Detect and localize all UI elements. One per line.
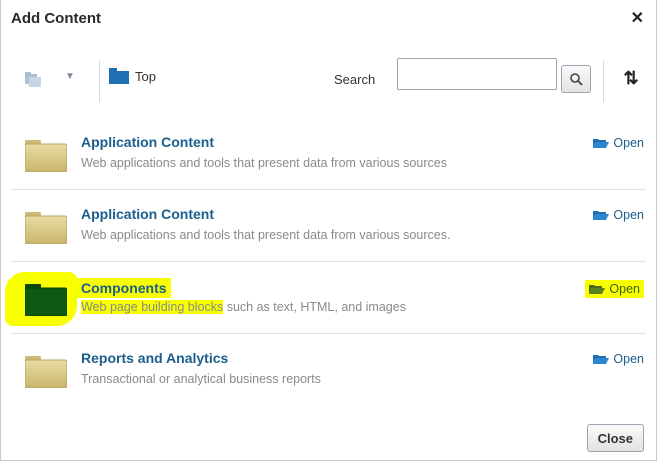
chevron-down-icon[interactable]: ▼ <box>65 71 75 82</box>
back-folders-icon[interactable] <box>23 68 45 90</box>
open-link[interactable]: Open <box>593 136 644 150</box>
item-description: Transactional or analytical business rep… <box>81 372 321 386</box>
highlighted-text: Web page building blocks <box>81 300 224 314</box>
open-label: Open <box>609 282 640 296</box>
close-icon[interactable]: ✕ <box>631 8 644 28</box>
search-input[interactable] <box>397 58 557 90</box>
item-title[interactable]: Application Content <box>81 206 214 222</box>
top-folder-link[interactable]: Top <box>109 68 156 84</box>
open-label: Open <box>613 352 644 366</box>
item-description: Web page building blocks such as text, H… <box>81 300 406 314</box>
item-description: Web applications and tools that present … <box>81 228 451 242</box>
list-item: Reports and Analytics Transactional or a… <box>11 334 646 406</box>
list-item: Components Web page building blocks such… <box>5 262 646 334</box>
folder-icon <box>25 356 67 388</box>
open-folder-icon <box>589 285 606 294</box>
open-link[interactable]: Open <box>585 280 644 298</box>
content-list: Application Content Web applications and… <box>1 118 656 406</box>
folder-icon <box>25 140 67 172</box>
open-link[interactable]: Open <box>593 208 644 222</box>
list-item: Application Content Web applications and… <box>11 190 646 262</box>
folder-icon <box>109 68 129 84</box>
folder-icon <box>25 284 67 316</box>
open-label: Open <box>613 136 644 150</box>
add-content-dialog: Add Content ✕ ▼ Top Search ⇅ Application… <box>0 0 657 461</box>
open-folder-icon <box>593 211 610 220</box>
list-item: Application Content Web applications and… <box>11 118 646 190</box>
close-button[interactable]: Close <box>586 424 644 452</box>
search-label: Search <box>334 72 376 87</box>
item-description: Web applications and tools that present … <box>81 156 447 170</box>
open-label: Open <box>613 208 644 222</box>
open-link[interactable]: Open <box>593 352 644 366</box>
folder-icon <box>25 212 67 244</box>
dialog-titlebar: Add Content ✕ <box>1 0 656 40</box>
item-title[interactable]: Application Content <box>81 134 214 150</box>
toolbar-divider <box>603 60 604 102</box>
description-rest: such as text, HTML, and images <box>223 300 406 314</box>
open-folder-icon <box>593 139 610 148</box>
item-title[interactable]: Reports and Analytics <box>81 350 228 366</box>
toolbar-divider <box>99 60 100 102</box>
toolbar: ▼ Top Search ⇅ <box>1 40 656 110</box>
open-folder-icon <box>593 355 610 364</box>
top-folder-label: Top <box>135 68 156 84</box>
dialog-title: Add Content <box>11 10 101 27</box>
item-title[interactable]: Components <box>77 278 171 298</box>
search-icon <box>570 73 583 86</box>
refresh-icon[interactable]: ⇅ <box>621 67 641 89</box>
search-button[interactable] <box>561 65 591 93</box>
